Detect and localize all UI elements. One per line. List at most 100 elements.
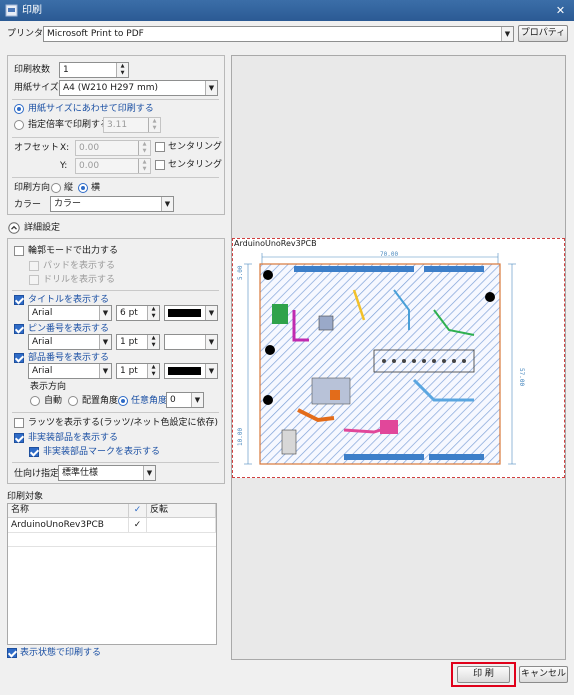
color-label: カラー bbox=[14, 200, 42, 210]
part-color-select[interactable]: ▼ bbox=[164, 363, 218, 379]
dimension-height: 57.00 bbox=[518, 368, 525, 386]
part-font-select[interactable]: Arial ▼ bbox=[28, 363, 112, 379]
placement-angle-radio[interactable] bbox=[68, 396, 78, 406]
scale-stepper[interactable]: 3.11 ▲ ▼ bbox=[103, 117, 161, 133]
cancel-button[interactable]: キャンセル bbox=[519, 666, 568, 683]
printer-value: Microsoft Print to PDF bbox=[47, 29, 144, 39]
chevron-down-icon: ▼ bbox=[205, 81, 217, 95]
scale-radio[interactable] bbox=[14, 120, 24, 130]
copies-stepper[interactable]: 1 ▲ ▼ bbox=[59, 62, 129, 78]
offset-y-stepper[interactable]: 0.00 ▲ ▼ bbox=[75, 158, 151, 174]
any-angle-label: 任意角度 bbox=[131, 396, 168, 406]
angle-value: 0 bbox=[170, 395, 176, 405]
title-checkbox[interactable] bbox=[14, 295, 24, 305]
paper-size-value: A4 (W210 H297 mm) bbox=[63, 83, 159, 93]
divider bbox=[12, 462, 219, 463]
collapse-icon[interactable] bbox=[8, 222, 20, 234]
print-visible-checkbox[interactable] bbox=[7, 648, 17, 658]
targets-label: 印刷対象 bbox=[7, 492, 44, 502]
printer-select[interactable]: Microsoft Print to PDF ▼ bbox=[43, 26, 514, 42]
chevron-down-icon: ▼ bbox=[205, 335, 217, 349]
chevron-down-icon: ▼ bbox=[99, 364, 111, 378]
pin-font-select[interactable]: Arial ▼ bbox=[28, 334, 112, 350]
title-font-value: Arial bbox=[32, 308, 53, 318]
any-angle-radio[interactable] bbox=[118, 396, 128, 406]
part-size-stepper[interactable]: 1 pt ▲ ▼ bbox=[116, 363, 160, 379]
pin-size-stepper[interactable]: 1 pt ▲ ▼ bbox=[116, 334, 160, 350]
offset-x-label: X: bbox=[60, 143, 70, 153]
window-title: 印刷 bbox=[22, 5, 42, 16]
details-label: 詳細設定 bbox=[24, 223, 61, 233]
scale-label: 指定倍率で印刷する bbox=[28, 120, 110, 130]
spinner-icon: ▲ ▼ bbox=[138, 159, 150, 173]
chevron-down-icon: ▼ bbox=[205, 306, 217, 320]
chevron-down-icon: ▼ bbox=[191, 393, 203, 407]
fit-to-paper-radio[interactable] bbox=[14, 104, 24, 114]
unmounted-mark-checkbox[interactable] bbox=[29, 447, 39, 457]
center-x-checkbox[interactable] bbox=[155, 142, 165, 152]
window-titlebar: 印刷 ✕ bbox=[0, 0, 574, 21]
row-divider bbox=[8, 532, 216, 533]
landscape-radio[interactable] bbox=[78, 183, 88, 193]
paper-size-select[interactable]: A4 (W210 H297 mm) ▼ bbox=[59, 80, 218, 96]
table-row-invert[interactable] bbox=[147, 518, 216, 532]
close-icon[interactable]: ✕ bbox=[553, 3, 568, 18]
ratsnest-label: ラッツを表示する(ラッツ/ネット色設定に依存) bbox=[28, 418, 219, 428]
center-y-checkbox[interactable] bbox=[155, 160, 165, 170]
offset-x-stepper[interactable]: 0.00 ▲ ▼ bbox=[75, 140, 151, 156]
auto-radio[interactable] bbox=[30, 396, 40, 406]
pad-checkbox[interactable] bbox=[29, 261, 39, 271]
title-font-select[interactable]: Arial ▼ bbox=[28, 305, 112, 321]
column-header-name[interactable]: 名称 bbox=[8, 504, 129, 518]
dimension-width: 70.00 bbox=[380, 251, 398, 258]
offset-label: オフセット bbox=[14, 143, 60, 153]
pin-checkbox[interactable] bbox=[14, 324, 24, 334]
copies-label: 印刷枚数 bbox=[14, 65, 51, 75]
color-swatch bbox=[168, 309, 201, 317]
pcb-layout-image: 70.00 57.00 10.00 5.00 bbox=[237, 251, 525, 465]
chevron-down-icon: ▼ bbox=[143, 466, 155, 480]
title-size-stepper[interactable]: 6 pt ▲ ▼ bbox=[116, 305, 160, 321]
spinner-icon: ▲ ▼ bbox=[138, 141, 150, 155]
column-header-invert[interactable]: 反転 bbox=[147, 504, 216, 518]
color-swatch bbox=[168, 367, 201, 375]
drill-checkbox[interactable] bbox=[29, 275, 39, 285]
chevron-down-icon: ▼ bbox=[205, 364, 217, 378]
angle-select[interactable]: 0 ▼ bbox=[166, 392, 204, 408]
portrait-label: 縦 bbox=[64, 183, 74, 193]
table-row-check[interactable]: ✓ bbox=[129, 518, 147, 532]
spinner-icon: ▲ ▼ bbox=[147, 335, 159, 349]
outline-checkbox[interactable] bbox=[14, 246, 24, 256]
dimension-small-2: 5.00 bbox=[237, 265, 244, 280]
offset-y-label: Y: bbox=[60, 161, 68, 171]
pin-color-select[interactable]: ▼ bbox=[164, 334, 218, 350]
spec-label: 仕向け指定 bbox=[14, 469, 60, 479]
part-checkbox[interactable] bbox=[14, 353, 24, 363]
landscape-label: 横 bbox=[91, 183, 101, 193]
color-select[interactable]: カラー ▼ bbox=[50, 196, 174, 212]
placement-angle-label: 配置角度 bbox=[82, 396, 119, 406]
print-button[interactable]: 印 刷 bbox=[457, 666, 510, 683]
printer-label: プリンタ bbox=[7, 29, 44, 39]
auto-label: 自動 bbox=[44, 396, 63, 406]
spec-value: 標準仕様 bbox=[62, 468, 99, 478]
app-icon bbox=[5, 4, 18, 17]
copies-value: 1 bbox=[63, 65, 69, 75]
properties-button[interactable]: プロパティ bbox=[518, 25, 568, 42]
chevron-down-icon: ▼ bbox=[501, 27, 513, 41]
spec-select[interactable]: 標準仕様 ▼ bbox=[58, 465, 156, 481]
column-header-check[interactable]: ✓ bbox=[129, 504, 147, 518]
portrait-radio[interactable] bbox=[51, 183, 61, 193]
ratsnest-checkbox[interactable] bbox=[14, 418, 24, 428]
table-row-name[interactable]: ArduinoUnoRev3PCB bbox=[8, 518, 129, 532]
divider bbox=[12, 412, 219, 413]
part-size-value: 1 pt bbox=[120, 366, 138, 376]
spinner-icon: ▲ ▼ bbox=[116, 63, 128, 77]
divider bbox=[12, 137, 219, 138]
part-font-value: Arial bbox=[32, 366, 53, 376]
unmounted-checkbox[interactable] bbox=[14, 433, 24, 443]
drill-label: ドリルを表示する bbox=[43, 275, 116, 285]
title-color-select[interactable]: ▼ bbox=[164, 305, 218, 321]
row-divider bbox=[8, 546, 216, 547]
scale-value: 3.11 bbox=[107, 120, 128, 130]
